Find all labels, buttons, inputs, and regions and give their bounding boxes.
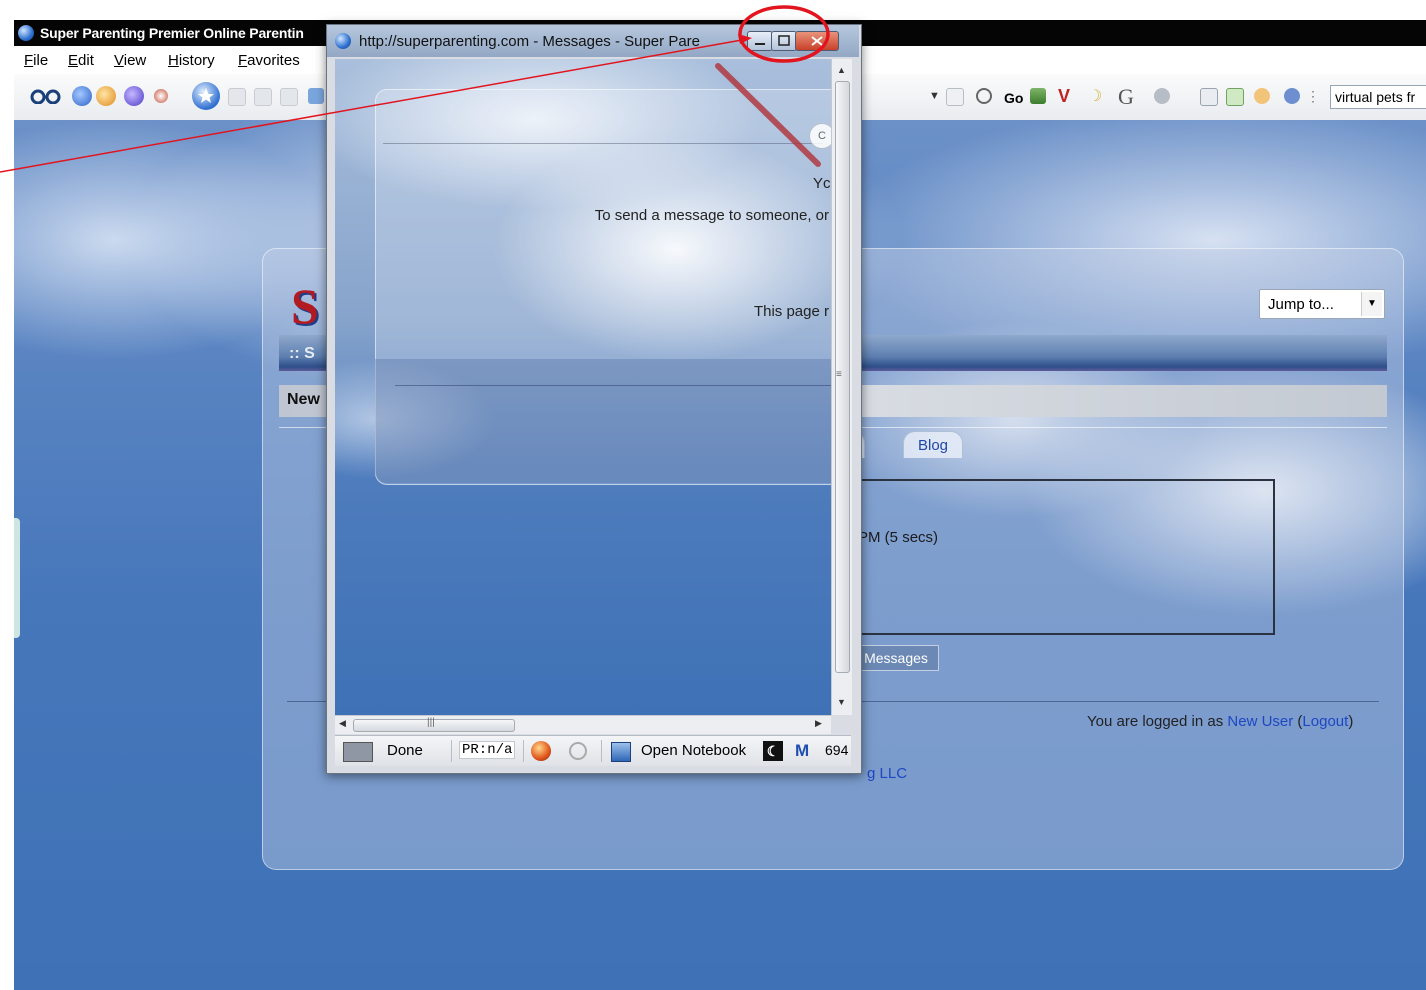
ie-logo-icon	[335, 33, 351, 49]
toolbar-icon-g[interactable]	[1154, 88, 1170, 104]
round-button[interactable]: C	[809, 123, 831, 149]
ie-logo-icon	[18, 25, 34, 41]
toolbar-icon-i[interactable]	[1226, 88, 1244, 106]
toolbar-icon-j[interactable]	[1254, 88, 1270, 104]
jump-to-select[interactable]: Jump to... ▼	[1259, 289, 1385, 319]
go-button[interactable]: Go	[1004, 90, 1023, 106]
vertical-scrollbar[interactable]: ▲ ≡ ▼	[831, 59, 852, 715]
open-notebook-button[interactable]: Open Notebook	[641, 742, 746, 759]
tab-blog[interactable]: Blog	[903, 431, 964, 458]
favorites-star-icon[interactable]	[192, 82, 220, 110]
login-status: You are logged in as New User (Logout)	[1087, 713, 1353, 730]
refresh-icon[interactable]	[154, 89, 168, 103]
pagerank-indicator[interactable]: PR:n/a	[459, 741, 516, 759]
popup-titlebar[interactable]: http://superparenting.com - Messages - S…	[327, 25, 859, 57]
messages-popup-window: http://superparenting.com - Messages - S…	[326, 24, 862, 774]
menu-view[interactable]: View	[114, 52, 146, 69]
url-dropdown-arrow-icon[interactable]: ▼	[929, 90, 940, 102]
status-separator	[451, 740, 452, 762]
logout-link[interactable]: Logout	[1302, 713, 1348, 730]
gmail-icon[interactable]: M	[795, 741, 809, 761]
menu-history[interactable]: History	[168, 52, 215, 69]
toolbar-icon-h[interactable]	[1200, 88, 1218, 106]
mail-count: 694	[825, 742, 849, 758]
toolbar-separator-icon: ⋮	[1306, 88, 1320, 104]
status-circle-icon[interactable]	[569, 742, 587, 760]
scroll-grip-icon: |||	[427, 717, 435, 728]
scroll-down-arrow-icon[interactable]: ▼	[837, 697, 846, 707]
scroll-left-arrow-icon[interactable]: ◀	[339, 718, 346, 729]
toolbar-icon-e[interactable]	[946, 88, 964, 106]
back-icon[interactable]	[72, 86, 92, 106]
glasses-icon[interactable]	[30, 88, 62, 105]
message-panel-lower	[375, 359, 831, 483]
side-tab-handle[interactable]	[14, 518, 20, 638]
toolbar-icon-d[interactable]	[308, 88, 324, 104]
messages-button[interactable]: Messages	[853, 645, 939, 671]
toolbar-icon-f[interactable]	[1030, 88, 1046, 104]
refresh-circle-icon[interactable]	[976, 88, 992, 104]
toolbar-icon-k[interactable]	[1284, 88, 1300, 104]
firefox-icon[interactable]	[531, 741, 551, 761]
toolbar-icon-b[interactable]	[254, 88, 272, 106]
menu-file[interactable]: File	[24, 52, 48, 69]
bookmark-v-icon[interactable]: V	[1058, 86, 1070, 107]
close-button[interactable]	[795, 31, 839, 51]
stop-icon[interactable]	[124, 86, 144, 106]
status-separator	[601, 740, 602, 762]
maximize-button[interactable]	[771, 31, 797, 51]
scroll-right-arrow-icon[interactable]: ▶	[815, 718, 822, 729]
popup-content: C Yc To send a message to someone, or Th…	[335, 59, 831, 715]
toolbar-icon-a[interactable]	[228, 88, 246, 106]
minimize-button[interactable]	[747, 31, 773, 51]
divider	[383, 143, 823, 144]
message-page-note: This page r	[753, 303, 829, 320]
moon-app-icon[interactable]: ☾	[763, 741, 783, 761]
menu-edit[interactable]: Edit	[68, 52, 94, 69]
chevron-down-icon[interactable]: ▼	[1361, 292, 1382, 316]
page-status-icon	[343, 742, 373, 762]
horizontal-scrollbar[interactable]: ◀ ||| ▶	[335, 715, 831, 734]
nav-bar-label[interactable]: :: S	[289, 345, 315, 363]
notebook-icon[interactable]	[611, 742, 631, 762]
jump-to-label: Jump to...	[1268, 296, 1334, 313]
message-instructions: To send a message to someone, or	[594, 207, 829, 224]
info-box: :12 PM (5 secs)	[823, 479, 1275, 635]
status-text: Done	[387, 742, 423, 759]
home-icon[interactable]	[96, 86, 116, 106]
menu-favorites[interactable]: Favorites	[238, 52, 300, 69]
search-input[interactable]	[1330, 85, 1426, 109]
popup-title: http://superparenting.com - Messages - S…	[359, 33, 701, 50]
paren-close: )	[1348, 713, 1354, 730]
google-g-icon[interactable]: G	[1118, 84, 1134, 110]
message-heading: Yc	[813, 175, 831, 192]
main-window-title: Super Parenting Premier Online Parentin	[40, 25, 304, 41]
moon-icon[interactable]: ☽	[1088, 86, 1102, 106]
scroll-up-arrow-icon[interactable]: ▲	[837, 65, 846, 75]
scroll-grip-icon: ≡	[836, 369, 842, 380]
divider	[395, 385, 831, 386]
site-logo[interactable]: S	[291, 277, 319, 335]
copyright-link[interactable]: g LLC	[867, 765, 907, 782]
status-bar: Done PR:n/a Open Notebook ☾ M 694	[335, 735, 851, 766]
sub-bar-label[interactable]: New	[287, 391, 320, 409]
status-separator	[523, 740, 524, 762]
user-link[interactable]: New User	[1227, 713, 1293, 730]
toolbar-icon-c[interactable]	[280, 88, 298, 106]
login-prefix: You are logged in as	[1087, 713, 1228, 730]
